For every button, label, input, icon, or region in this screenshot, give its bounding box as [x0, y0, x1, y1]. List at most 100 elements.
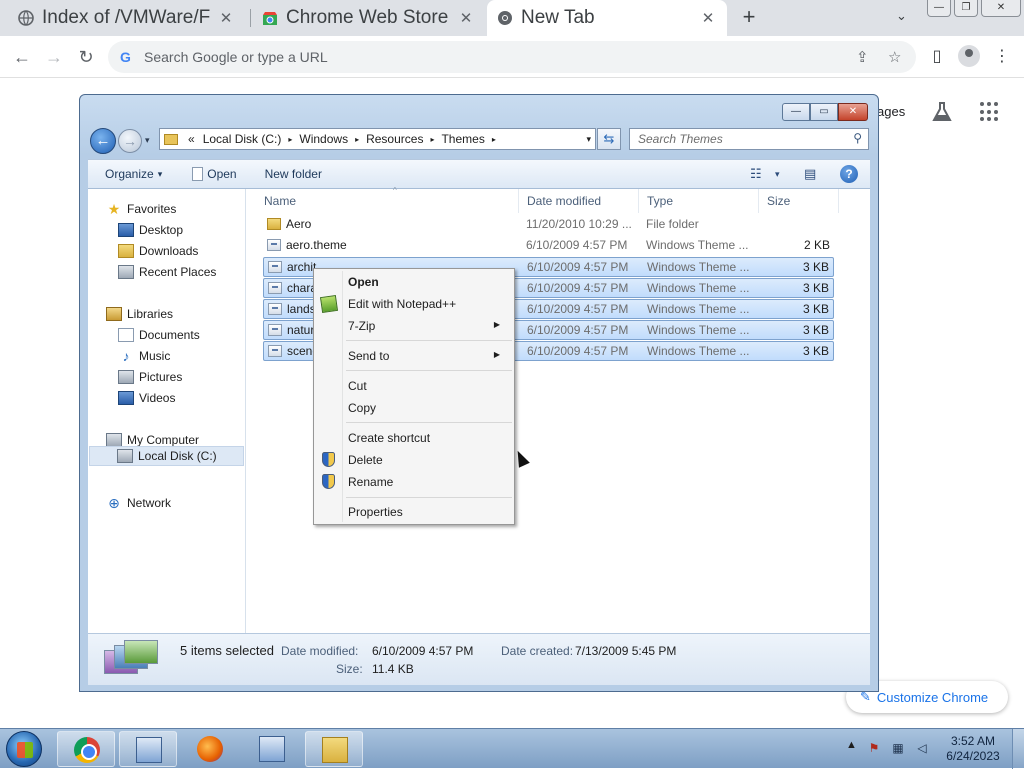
- taskbar-chrome[interactable]: [57, 731, 115, 767]
- tab-new-tab[interactable]: New Tab ✕: [487, 0, 727, 36]
- explorer-close-button[interactable]: ✕: [838, 103, 868, 121]
- menu-item-copy[interactable]: Copy: [316, 397, 512, 419]
- help-icon[interactable]: ?: [840, 165, 858, 183]
- file-size: 3 KB: [802, 302, 829, 316]
- table-row[interactable]: Aero 11/20/2010 10:29 ... File folder: [263, 215, 834, 235]
- taskbar-windows-explorer[interactable]: [305, 731, 363, 767]
- explorer-minimize-button[interactable]: —: [782, 103, 810, 121]
- menu-item-rename[interactable]: Rename: [316, 471, 512, 493]
- back-button[interactable]: ←: [10, 45, 34, 69]
- taskbar-remote-desktop[interactable]: [243, 731, 301, 767]
- volume-icon[interactable]: ◁: [915, 741, 929, 755]
- bookmark-star-icon[interactable]: ☆: [888, 48, 901, 66]
- close-window-button[interactable]: ✕: [981, 0, 1021, 17]
- nav-desktop[interactable]: Desktop: [118, 220, 183, 240]
- column-header-size[interactable]: Size: [759, 189, 839, 213]
- menu-item-7zip[interactable]: 7-Zip ▶: [316, 315, 512, 337]
- omnibox[interactable]: G ⇪ ☆: [108, 41, 916, 73]
- menu-separator: [346, 340, 512, 341]
- chevron-down-icon[interactable]: ▾: [775, 169, 780, 180]
- chrome-menu-icon[interactable]: ⋮: [990, 45, 1014, 69]
- action-center-flag-icon[interactable]: ⚑: [867, 741, 881, 755]
- menu-item-create-shortcut[interactable]: Create shortcut: [316, 427, 512, 449]
- share-icon[interactable]: ⇪: [856, 48, 869, 66]
- refresh-button[interactable]: ⇆: [597, 128, 621, 150]
- flask-icon[interactable]: [930, 100, 954, 124]
- taskbar-control-panel[interactable]: [119, 731, 177, 767]
- omnibox-input[interactable]: [142, 47, 822, 67]
- nav-music[interactable]: ♪ Music: [118, 346, 171, 366]
- menu-item-cut[interactable]: Cut: [316, 375, 512, 397]
- nav-favorites[interactable]: ★ Favorites: [106, 199, 177, 219]
- theme-file-icon: [268, 261, 282, 273]
- nav-recent-places[interactable]: Recent Places: [118, 262, 216, 282]
- menu-item-edit-with-notepad[interactable]: Edit with Notepad++: [316, 293, 512, 315]
- change-view-icon[interactable]: ☷: [750, 166, 762, 182]
- breadcrumb-arrow-icon[interactable]: ▸: [352, 135, 362, 144]
- search-icon: ⚲: [853, 131, 862, 145]
- start-button[interactable]: [6, 731, 42, 767]
- show-desktop-button[interactable]: [1012, 729, 1024, 769]
- nav-documents[interactable]: Documents: [118, 325, 200, 345]
- explorer-folder-icon: [322, 737, 348, 763]
- menu-label: Edit with Notepad++: [348, 297, 457, 311]
- taskbar-clock[interactable]: 3:52 AM 6/24/2023: [943, 734, 1003, 764]
- recent-pages-dropdown[interactable]: ▾: [145, 135, 150, 146]
- restore-button[interactable]: ❐: [954, 0, 978, 17]
- explorer-forward-button[interactable]: →: [118, 129, 142, 153]
- taskbar-firefox[interactable]: [181, 731, 239, 767]
- breadcrumb-arrow-icon[interactable]: ▸: [489, 135, 499, 144]
- menu-item-delete[interactable]: Delete: [316, 449, 512, 471]
- breadcrumb-local-disk[interactable]: Local Disk (C:): [199, 132, 286, 146]
- column-header-name[interactable]: Name ^: [256, 186, 519, 213]
- search-themes-input[interactable]: [636, 132, 846, 146]
- nav-pictures[interactable]: Pictures: [118, 367, 182, 387]
- profile-avatar-icon[interactable]: [958, 45, 980, 67]
- menu-item-properties[interactable]: Properties: [316, 501, 512, 523]
- file-type: Windows Theme ...: [647, 323, 750, 337]
- tab-search-icon[interactable]: ⌄: [896, 8, 907, 24]
- nav-network[interactable]: ⊕ Network: [106, 493, 171, 513]
- side-panel-icon[interactable]: ▯: [925, 45, 949, 69]
- nav-downloads[interactable]: Downloads: [118, 241, 198, 261]
- breadcrumb-windows[interactable]: Windows: [295, 132, 352, 146]
- breadcrumb-resources[interactable]: Resources: [362, 132, 427, 146]
- column-header-date-modified[interactable]: Date modified: [519, 189, 639, 213]
- menu-label: Copy: [348, 401, 377, 415]
- tab-index-of-vmware[interactable]: Index of /VMWare/F ✕: [8, 0, 245, 36]
- search-box[interactable]: ⚲: [629, 128, 869, 150]
- breadcrumb-arrow-icon[interactable]: ▸: [427, 135, 437, 144]
- breadcrumb-overflow[interactable]: «: [184, 132, 199, 146]
- nav-videos[interactable]: Videos: [118, 388, 175, 408]
- column-header-type[interactable]: Type: [639, 189, 759, 213]
- images-link[interactable]: ages: [877, 104, 905, 119]
- address-bar[interactable]: « Local Disk (C:) ▸ Windows ▸ Resources …: [159, 128, 596, 150]
- column-label: Name: [264, 194, 297, 208]
- breadcrumb-arrow-icon[interactable]: ▸: [285, 135, 295, 144]
- close-icon[interactable]: ✕: [217, 9, 235, 27]
- nav-libraries[interactable]: Libraries: [106, 304, 173, 324]
- menu-item-send-to[interactable]: Send to ▶: [316, 345, 512, 367]
- new-tab-button[interactable]: +: [737, 6, 761, 30]
- nav-local-disk[interactable]: Local Disk (C:): [89, 446, 244, 466]
- preview-pane-icon[interactable]: ▤: [804, 166, 816, 182]
- close-icon[interactable]: ✕: [699, 9, 717, 27]
- explorer-maximize-button[interactable]: ▭: [810, 103, 838, 121]
- music-note-icon: ♪: [122, 348, 130, 364]
- address-dropdown-icon[interactable]: ▾: [586, 134, 591, 145]
- explorer-back-button[interactable]: ←: [90, 128, 116, 154]
- tab-chrome-web-store[interactable]: Chrome Web Store ✕: [252, 0, 485, 36]
- menu-item-open[interactable]: Open: [316, 271, 512, 293]
- network-tray-icon[interactable]: ▦: [891, 741, 905, 755]
- new-folder-button[interactable]: New folder: [256, 167, 331, 181]
- forward-button[interactable]: →: [42, 45, 66, 69]
- minimize-button[interactable]: —: [927, 0, 951, 17]
- google-apps-icon[interactable]: [980, 102, 1000, 122]
- show-hidden-icons-arrow[interactable]: ▲: [846, 739, 857, 751]
- breadcrumb-themes[interactable]: Themes: [437, 132, 488, 146]
- reload-button[interactable]: ↻: [74, 45, 98, 69]
- close-icon[interactable]: ✕: [457, 9, 475, 27]
- open-button[interactable]: Open: [183, 167, 245, 181]
- table-row[interactable]: aero.theme 6/10/2009 4:57 PM Windows Theme…: [263, 236, 834, 256]
- organize-button[interactable]: Organize ▾: [88, 167, 171, 181]
